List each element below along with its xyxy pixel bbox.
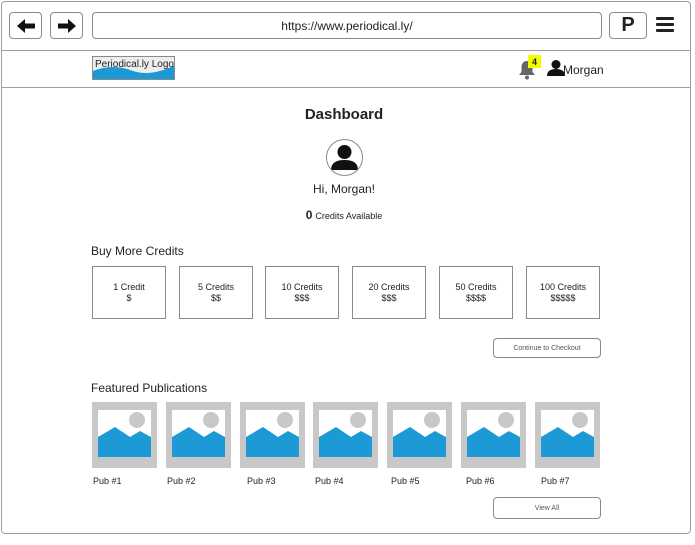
publication-thumbnail[interactable] — [535, 402, 600, 468]
publication-label[interactable]: Pub #3 — [247, 476, 276, 486]
continue-to-checkout-button[interactable]: Continue to Checkout — [493, 338, 601, 358]
image-placeholder-icon — [393, 410, 446, 457]
image-placeholder-icon — [246, 410, 299, 457]
image-placeholder-icon — [319, 410, 372, 457]
image-placeholder-icon — [541, 410, 594, 457]
credits-count: 0 — [305, 208, 313, 222]
credit-option-price: $$$ — [381, 293, 397, 303]
publication-thumbnail[interactable] — [92, 402, 157, 468]
view-all-button[interactable]: View All — [493, 497, 601, 519]
credit-option-label: 1 Credit — [113, 282, 145, 292]
credit-option-label: 100 Credits — [539, 282, 587, 292]
browser-toolbar: https://www.periodical.ly/ P — [2, 2, 690, 51]
address-bar[interactable]: https://www.periodical.ly/ — [92, 12, 602, 39]
publication-label[interactable]: Pub #6 — [466, 476, 495, 486]
credit-option-1[interactable]: 1 Credit $ — [92, 266, 166, 319]
site-logo[interactable]: Periodical.ly Logo — [92, 56, 175, 80]
credit-option-price: $$$$ — [465, 293, 487, 303]
publication-thumbnail[interactable] — [387, 402, 452, 468]
buy-credits-heading: Buy More Credits — [91, 244, 184, 258]
publication-thumbnail[interactable] — [461, 402, 526, 468]
credit-option-10[interactable]: 10 Credits $$$ — [265, 266, 339, 319]
avatar — [326, 139, 363, 176]
greeting-text: Hi, Morgan! — [312, 182, 376, 196]
publication-label[interactable]: Pub #1 — [93, 476, 122, 486]
logo-text: Periodical.ly Logo — [95, 59, 174, 70]
publication-label[interactable]: Pub #5 — [391, 476, 420, 486]
credit-option-label: 10 Credits — [281, 282, 323, 292]
credit-option-price: $$$ — [294, 293, 310, 303]
publication-thumbnail[interactable] — [313, 402, 378, 468]
hamburger-menu-icon[interactable] — [656, 17, 674, 33]
publication-thumbnail[interactable] — [166, 402, 231, 468]
credit-option-price: $ — [126, 293, 132, 303]
credit-option-price: $$$$$ — [550, 293, 576, 303]
credit-option-50[interactable]: 50 Credits $$$$ — [439, 266, 513, 319]
credit-option-100[interactable]: 100 Credits $$$$$ — [526, 266, 600, 319]
forward-button[interactable] — [50, 12, 83, 39]
credit-option-label: 20 Credits — [368, 282, 410, 292]
featured-publications-heading: Featured Publications — [91, 381, 208, 395]
extension-button[interactable]: P — [609, 12, 647, 39]
credits-label: Credits Available — [315, 211, 383, 221]
credit-option-price: $$ — [210, 293, 221, 303]
image-placeholder-icon — [467, 410, 520, 457]
credit-option-5[interactable]: 5 Credits $$ — [179, 266, 253, 319]
arrow-right-icon — [57, 18, 76, 33]
arrow-left-icon — [16, 18, 35, 33]
publication-label[interactable]: Pub #4 — [315, 476, 344, 486]
username-link[interactable]: Morgan — [563, 63, 604, 77]
publication-label[interactable]: Pub #2 — [167, 476, 196, 486]
publication-thumbnail[interactable] — [240, 402, 305, 468]
image-placeholder-icon — [172, 410, 225, 457]
publication-label[interactable]: Pub #7 — [541, 476, 570, 486]
back-button[interactable] — [9, 12, 42, 39]
credit-option-label: 50 Credits — [455, 282, 497, 292]
credit-option-label: 5 Credits — [197, 282, 234, 292]
notification-badge: 4 — [528, 55, 541, 68]
page-title: Dashboard — [304, 106, 384, 123]
image-placeholder-icon — [98, 410, 151, 457]
user-avatar-icon — [331, 145, 358, 170]
credits-available: 0 Credits Available — [0, 208, 688, 222]
credit-option-20[interactable]: 20 Credits $$$ — [352, 266, 426, 319]
